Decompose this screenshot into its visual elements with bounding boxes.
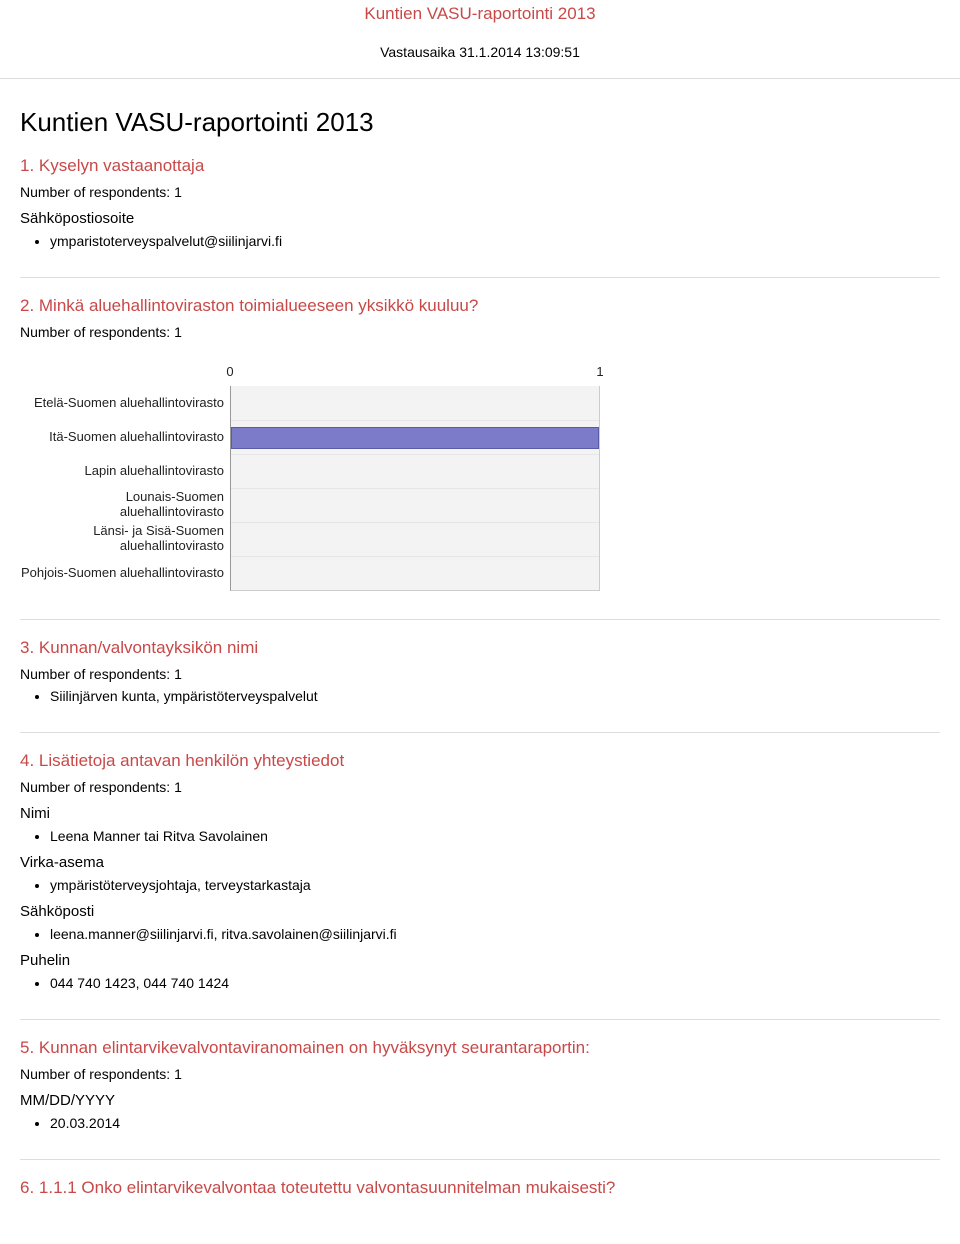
chart-category-label: Lounais-Suomen aluehallintovirasto bbox=[20, 488, 230, 522]
chart-xtick: 1 bbox=[596, 364, 603, 384]
report-header: Kuntien VASU-raportointi 2013 Vastausaik… bbox=[0, 0, 960, 78]
chart-bar-slot bbox=[231, 488, 599, 522]
q1-respondents: Number of respondents: 1 bbox=[20, 184, 940, 200]
chart-bar-slot bbox=[231, 556, 599, 590]
chart-category-label: Länsi- ja Sisä-Suomen aluehallintovirast… bbox=[20, 522, 230, 556]
main-title: Kuntien VASU-raportointi 2013 bbox=[20, 107, 940, 138]
chart-bar-slot bbox=[231, 522, 599, 556]
q4-title: 4. Lisätietoja antavan henkilön yhteysti… bbox=[20, 751, 940, 771]
q5-title: 5. Kunnan elintarvikevalvontaviranomaine… bbox=[20, 1038, 940, 1058]
q4-email: leena.manner@siilinjarvi.fi, ritva.savol… bbox=[50, 926, 940, 942]
divider bbox=[20, 619, 940, 620]
chart-category-label: Etelä-Suomen aluehallintovirasto bbox=[20, 386, 230, 420]
divider bbox=[20, 1019, 940, 1020]
q5-field-label: MM/DD/YYYY bbox=[20, 1092, 940, 1109]
header-subtitle: Vastausaika 31.1.2014 13:09:51 bbox=[0, 44, 960, 60]
q6-title: 6. 1.1.1 Onko elintarvikevalvontaa toteu… bbox=[20, 1178, 940, 1198]
q4-virka-list: ympäristöterveysjohtaja, terveystarkasta… bbox=[20, 877, 940, 893]
chart-y-labels: Etelä-Suomen aluehallintovirastoItä-Suom… bbox=[20, 386, 230, 591]
q5-respondents: Number of respondents: 1 bbox=[20, 1066, 940, 1082]
q1-title: 1. Kyselyn vastaanottaja bbox=[20, 156, 940, 176]
chart-bar-slot bbox=[231, 386, 599, 420]
chart-bar-slot bbox=[231, 454, 599, 488]
q4-email-list: leena.manner@siilinjarvi.fi, ritva.savol… bbox=[20, 926, 940, 942]
q1-answer: ymparistoterveyspalvelut@siilinjarvi.fi bbox=[50, 233, 940, 249]
q4-virka-label: Virka-asema bbox=[20, 854, 940, 871]
chart-bar bbox=[231, 427, 599, 449]
q3-respondents: Number of respondents: 1 bbox=[20, 666, 940, 682]
chart-x-axis: 0 1 bbox=[20, 364, 600, 386]
q5-answer: 20.03.2014 bbox=[50, 1115, 940, 1131]
q2-chart: 0 1 Etelä-Suomen aluehallintovirastoItä-… bbox=[20, 364, 600, 591]
divider bbox=[20, 277, 940, 278]
divider bbox=[20, 732, 940, 733]
q4-nimi: Leena Manner tai Ritva Savolainen bbox=[50, 828, 940, 844]
q4-puhelin-label: Puhelin bbox=[20, 952, 940, 969]
chart-bar-slot bbox=[231, 420, 599, 454]
q5-answers: 20.03.2014 bbox=[20, 1115, 940, 1131]
chart-category-label: Pohjois-Suomen aluehallintovirasto bbox=[20, 556, 230, 590]
chart-xtick: 0 bbox=[226, 364, 233, 384]
q4-puhelin-list: 044 740 1423, 044 740 1424 bbox=[20, 975, 940, 991]
q4-nimi-list: Leena Manner tai Ritva Savolainen bbox=[20, 828, 940, 844]
q3-answers: Siilinjärven kunta, ympäristöterveyspalv… bbox=[20, 688, 940, 704]
chart-category-label: Lapin aluehallintovirasto bbox=[20, 454, 230, 488]
q4-respondents: Number of respondents: 1 bbox=[20, 779, 940, 795]
divider bbox=[20, 1159, 940, 1160]
q2-title: 2. Minkä aluehallintoviraston toimialuee… bbox=[20, 296, 940, 316]
q1-answers: ymparistoterveyspalvelut@siilinjarvi.fi bbox=[20, 233, 940, 249]
q4-email-label: Sähköposti bbox=[20, 903, 940, 920]
chart-category-label: Itä-Suomen aluehallintovirasto bbox=[20, 420, 230, 454]
q4-puhelin: 044 740 1423, 044 740 1424 bbox=[50, 975, 940, 991]
q1-field-label: Sähköpostiosoite bbox=[20, 210, 940, 227]
q4-nimi-label: Nimi bbox=[20, 805, 940, 822]
header-title: Kuntien VASU-raportointi 2013 bbox=[0, 4, 960, 24]
q4-virka: ympäristöterveysjohtaja, terveystarkasta… bbox=[50, 877, 940, 893]
chart-plot-area bbox=[230, 386, 600, 591]
q2-respondents: Number of respondents: 1 bbox=[20, 324, 940, 340]
q3-answer: Siilinjärven kunta, ympäristöterveyspalv… bbox=[50, 688, 940, 704]
q3-title: 3. Kunnan/valvontayksikön nimi bbox=[20, 638, 940, 658]
page-body: Kuntien VASU-raportointi 2013 1. Kyselyn… bbox=[0, 78, 960, 1244]
